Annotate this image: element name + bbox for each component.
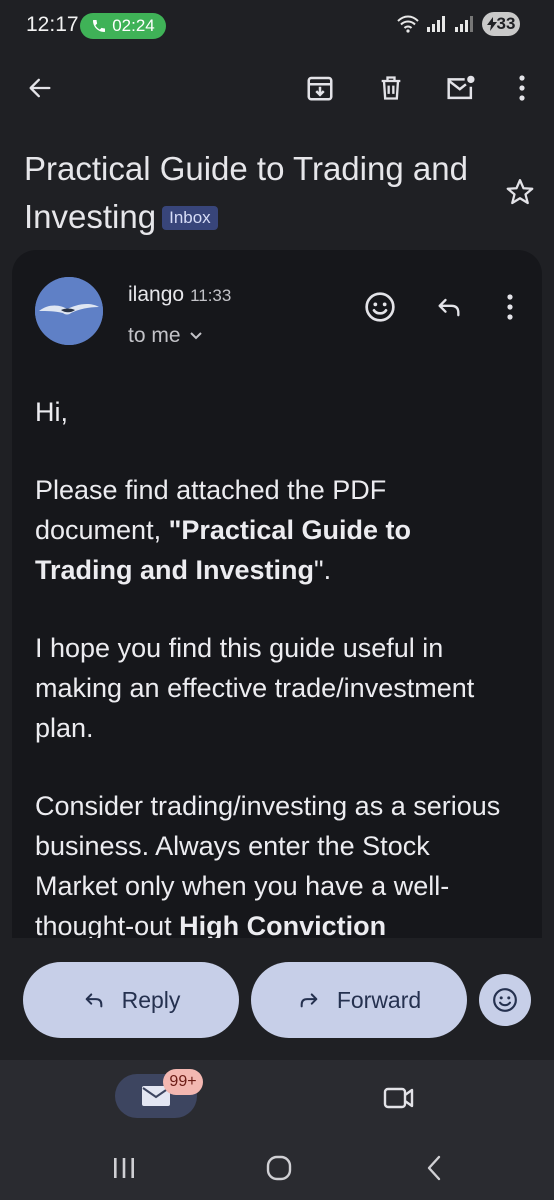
mark-unread-button[interactable]: [437, 64, 485, 112]
home-button[interactable]: [255, 1144, 303, 1192]
body-p1-end: ".: [314, 555, 332, 585]
sender-avatar[interactable]: [35, 277, 103, 345]
forward-label: Forward: [336, 986, 422, 1013]
recent-apps-icon: [114, 1158, 134, 1178]
message-more-button[interactable]: [486, 283, 534, 331]
chevron-down-icon: [189, 332, 202, 340]
call-timer: 02:24: [112, 16, 155, 35]
recipients-toggle[interactable]: to me: [128, 324, 203, 348]
back-chevron-icon: [427, 1155, 441, 1181]
forward-icon: [300, 993, 318, 1008]
reply-icon-button[interactable]: [425, 283, 473, 331]
status-bar: 12:17 02:24 33: [0, 0, 554, 52]
body-paragraph-2: I hope you find this guide useful in mak…: [35, 633, 475, 743]
archive-button[interactable]: [296, 64, 344, 112]
phone-icon: [93, 20, 106, 32]
delete-icon: [381, 76, 401, 100]
more-vert-icon: [519, 75, 525, 101]
reply-button[interactable]: Reply: [23, 962, 239, 1038]
unread-count-badge: 99+: [163, 1069, 203, 1095]
add-reaction-button[interactable]: [356, 283, 404, 331]
emoji-icon: [493, 988, 517, 1012]
ongoing-call-pill[interactable]: 02:24: [80, 13, 166, 39]
bird-avatar-image: [35, 277, 103, 345]
system-back-button[interactable]: [410, 1144, 458, 1192]
mark-unread-icon: [447, 75, 475, 100]
battery-level: 33: [496, 14, 516, 33]
inbox-label-chip[interactable]: Inbox: [162, 206, 218, 230]
message-body: Hi, Please find attached the PDF documen…: [35, 392, 515, 950]
email-subject: Practical Guide to Trading and Investing…: [24, 145, 504, 241]
home-icon: [266, 1155, 292, 1181]
archive-icon: [307, 76, 333, 101]
emoji-icon: [365, 292, 395, 322]
react-button[interactable]: [479, 974, 531, 1026]
forward-button[interactable]: Forward: [251, 962, 467, 1038]
signal-icon: [427, 16, 445, 32]
bottom-navigation: 99+: [0, 1060, 554, 1140]
system-navigation-bar: [0, 1140, 554, 1200]
back-arrow-icon: [29, 78, 51, 98]
nav-meet-tab[interactable]: [375, 1074, 423, 1122]
action-bar: Reply Forward: [0, 938, 554, 1060]
battery-indicator: 33: [482, 12, 520, 36]
status-indicators: 33: [396, 12, 520, 36]
status-time: 12:17: [26, 13, 79, 36]
more-options-button[interactable]: [498, 64, 546, 112]
delete-button[interactable]: [367, 64, 415, 112]
subject-text: Practical Guide to Trading and Investing: [24, 150, 468, 235]
star-outline-icon: [506, 179, 534, 205]
more-vert-icon: [507, 294, 513, 320]
reply-icon: [438, 298, 460, 317]
star-button[interactable]: [496, 168, 544, 216]
body-paragraph-1: Please find attached the PDF document, "…: [35, 470, 515, 590]
recent-apps-button[interactable]: [100, 1144, 148, 1192]
message-card: ilango 11:33 to me Hi, Please find attach…: [12, 250, 542, 950]
reply-label: Reply: [121, 986, 181, 1013]
body-greeting: Hi,: [35, 397, 68, 427]
sender-line: ilango 11:33: [128, 283, 231, 307]
body-paragraph-3: Consider trading/investing as a serious …: [35, 786, 515, 946]
recipients-text: to me: [128, 324, 181, 347]
reply-icon: [85, 993, 102, 1008]
back-button[interactable]: [16, 64, 64, 112]
sender-name[interactable]: ilango: [128, 283, 184, 306]
signal-icon-2: [455, 16, 473, 32]
video-camera-icon: [383, 1087, 414, 1109]
high-conviction-bold: High Conviction: [179, 911, 387, 941]
message-time: 11:33: [190, 286, 232, 305]
wifi-icon: [397, 15, 419, 33]
app-bar: [0, 58, 554, 118]
charging-icon: [486, 17, 497, 31]
